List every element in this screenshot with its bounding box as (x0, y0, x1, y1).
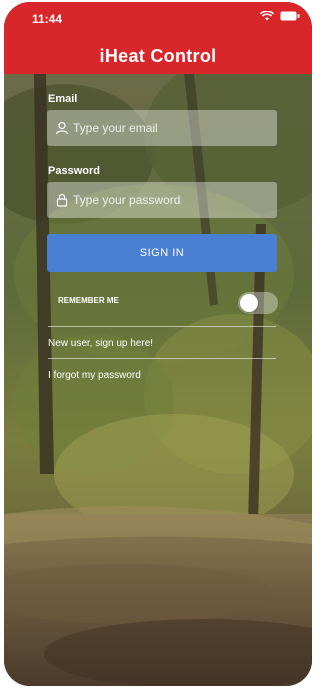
lock-icon (56, 193, 68, 207)
app-title: iHeat Control (99, 46, 217, 66)
status-icons (260, 11, 300, 21)
wifi-icon (260, 11, 274, 21)
password-input[interactable] (73, 193, 263, 207)
forgot-password-link[interactable]: I forgot my password (48, 370, 141, 381)
battery-icon (280, 11, 300, 21)
email-input[interactable] (73, 121, 263, 135)
email-field[interactable] (47, 110, 277, 146)
phone-screen: 11:44 iHeat Control Email Password (4, 2, 312, 686)
remember-me-toggle[interactable] (238, 292, 278, 314)
remember-me-label: REMEMBER ME (58, 296, 119, 305)
status-time: 11:44 (32, 12, 63, 26)
sign-in-button[interactable]: SIGN IN (47, 234, 277, 272)
divider (48, 358, 276, 359)
divider (48, 326, 276, 327)
toggle-knob (240, 294, 258, 312)
email-label: Email (48, 93, 78, 105)
app-header: 11:44 iHeat Control (4, 2, 312, 74)
user-icon (55, 121, 69, 135)
password-field[interactable] (47, 182, 277, 218)
sign-up-link[interactable]: New user, sign up here! (48, 338, 153, 349)
password-label: Password (48, 165, 100, 177)
